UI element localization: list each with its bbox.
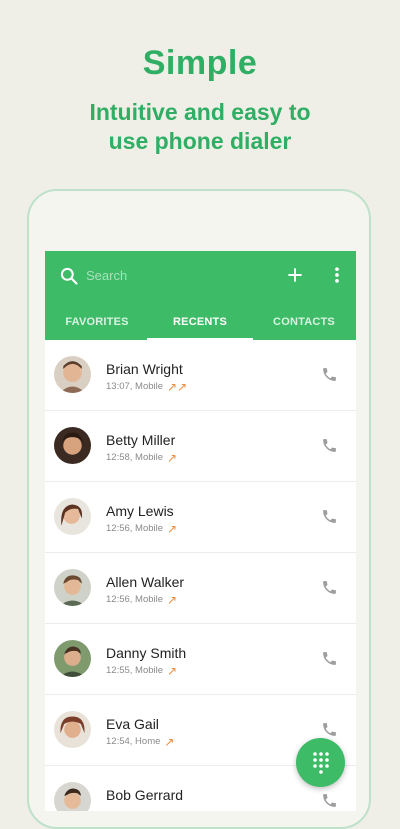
dialpad-icon xyxy=(312,751,329,774)
contact-name: Brian Wright xyxy=(106,361,183,377)
phone-icon[interactable] xyxy=(321,437,338,454)
list-item[interactable]: Betty Miller 12:58, Mobile ↗ xyxy=(45,411,356,482)
avatar xyxy=(54,498,91,535)
phone-icon[interactable] xyxy=(321,792,338,809)
call-meta: 12:56, Mobile ↗ xyxy=(106,521,178,536)
avatar xyxy=(54,569,91,606)
avatar xyxy=(54,640,91,677)
avatar xyxy=(54,427,91,464)
dialpad-button[interactable] xyxy=(296,738,345,787)
promo-headline: Simple xyxy=(142,44,258,82)
call-time: 12:56, Mobile xyxy=(106,594,164,605)
more-vert-icon[interactable] xyxy=(332,265,342,285)
call-time: 12:54, Home xyxy=(106,736,161,747)
app-bar: Search FAVORITES RECENTS CONTACTS xyxy=(45,251,356,340)
tab-contacts[interactable]: CONTACTS xyxy=(252,303,356,340)
avatar xyxy=(54,711,91,748)
call-meta: 12:55, Mobile ↗ xyxy=(106,663,178,678)
phone-icon[interactable] xyxy=(321,721,338,738)
contact-name: Danny Smith xyxy=(106,645,187,661)
phone-icon[interactable] xyxy=(321,508,338,525)
promo-subhead: Intuitive and easy to use phone dialer xyxy=(0,98,400,156)
outgoing-call-icon: ↗ xyxy=(167,450,178,465)
promo-subhead-line1: Intuitive and easy to xyxy=(89,99,311,125)
dialer-screen: Search FAVORITES RECENTS CONTACTS Brian … xyxy=(45,251,356,811)
contact-name: Betty Miller xyxy=(106,432,176,448)
contact-name: Allen Walker xyxy=(106,574,185,590)
outgoing-call-icon: ↗↗ xyxy=(167,379,188,394)
avatar xyxy=(54,782,91,811)
call-time: 12:56, Mobile xyxy=(106,523,164,534)
outgoing-call-icon: ↗ xyxy=(167,592,178,607)
phone-icon[interactable] xyxy=(321,650,338,667)
contact-name: Eva Gail xyxy=(106,716,159,732)
call-meta: 12:58, Mobile ↗ xyxy=(106,450,178,465)
list-item[interactable]: Allen Walker 12:56, Mobile ↗ xyxy=(45,553,356,624)
contact-name: Amy Lewis xyxy=(106,503,174,519)
outgoing-call-icon: ↗ xyxy=(164,734,175,749)
phone-icon[interactable] xyxy=(321,366,338,383)
contact-name: Bob Gerrard xyxy=(106,787,184,803)
tab-favorites[interactable]: FAVORITES xyxy=(45,303,149,340)
call-time: 13:07, Mobile xyxy=(106,381,164,392)
call-meta: 12:56, Mobile ↗ xyxy=(106,592,178,607)
call-time: 12:58, Mobile xyxy=(106,452,164,463)
list-item[interactable]: Amy Lewis 12:56, Mobile ↗ xyxy=(45,482,356,553)
search-icon[interactable] xyxy=(59,266,79,286)
add-icon[interactable] xyxy=(285,265,305,285)
list-item[interactable]: Brian Wright 13:07, Mobile ↗↗ xyxy=(45,340,356,411)
promo-subhead-line2: use phone dialer xyxy=(108,128,292,154)
call-meta: 12:54, Home ↗ xyxy=(106,734,175,749)
call-meta: 13:07, Mobile ↗↗ xyxy=(106,379,188,394)
tab-bar: FAVORITES RECENTS CONTACTS xyxy=(45,303,356,340)
list-item[interactable]: Danny Smith 12:55, Mobile ↗ xyxy=(45,624,356,695)
outgoing-call-icon: ↗ xyxy=(167,521,178,536)
outgoing-call-icon: ↗ xyxy=(167,663,178,678)
tab-recents[interactable]: RECENTS xyxy=(148,303,252,340)
call-time: 12:55, Mobile xyxy=(106,665,164,676)
search-input[interactable]: Search xyxy=(86,268,127,283)
avatar xyxy=(54,356,91,393)
phone-icon[interactable] xyxy=(321,579,338,596)
